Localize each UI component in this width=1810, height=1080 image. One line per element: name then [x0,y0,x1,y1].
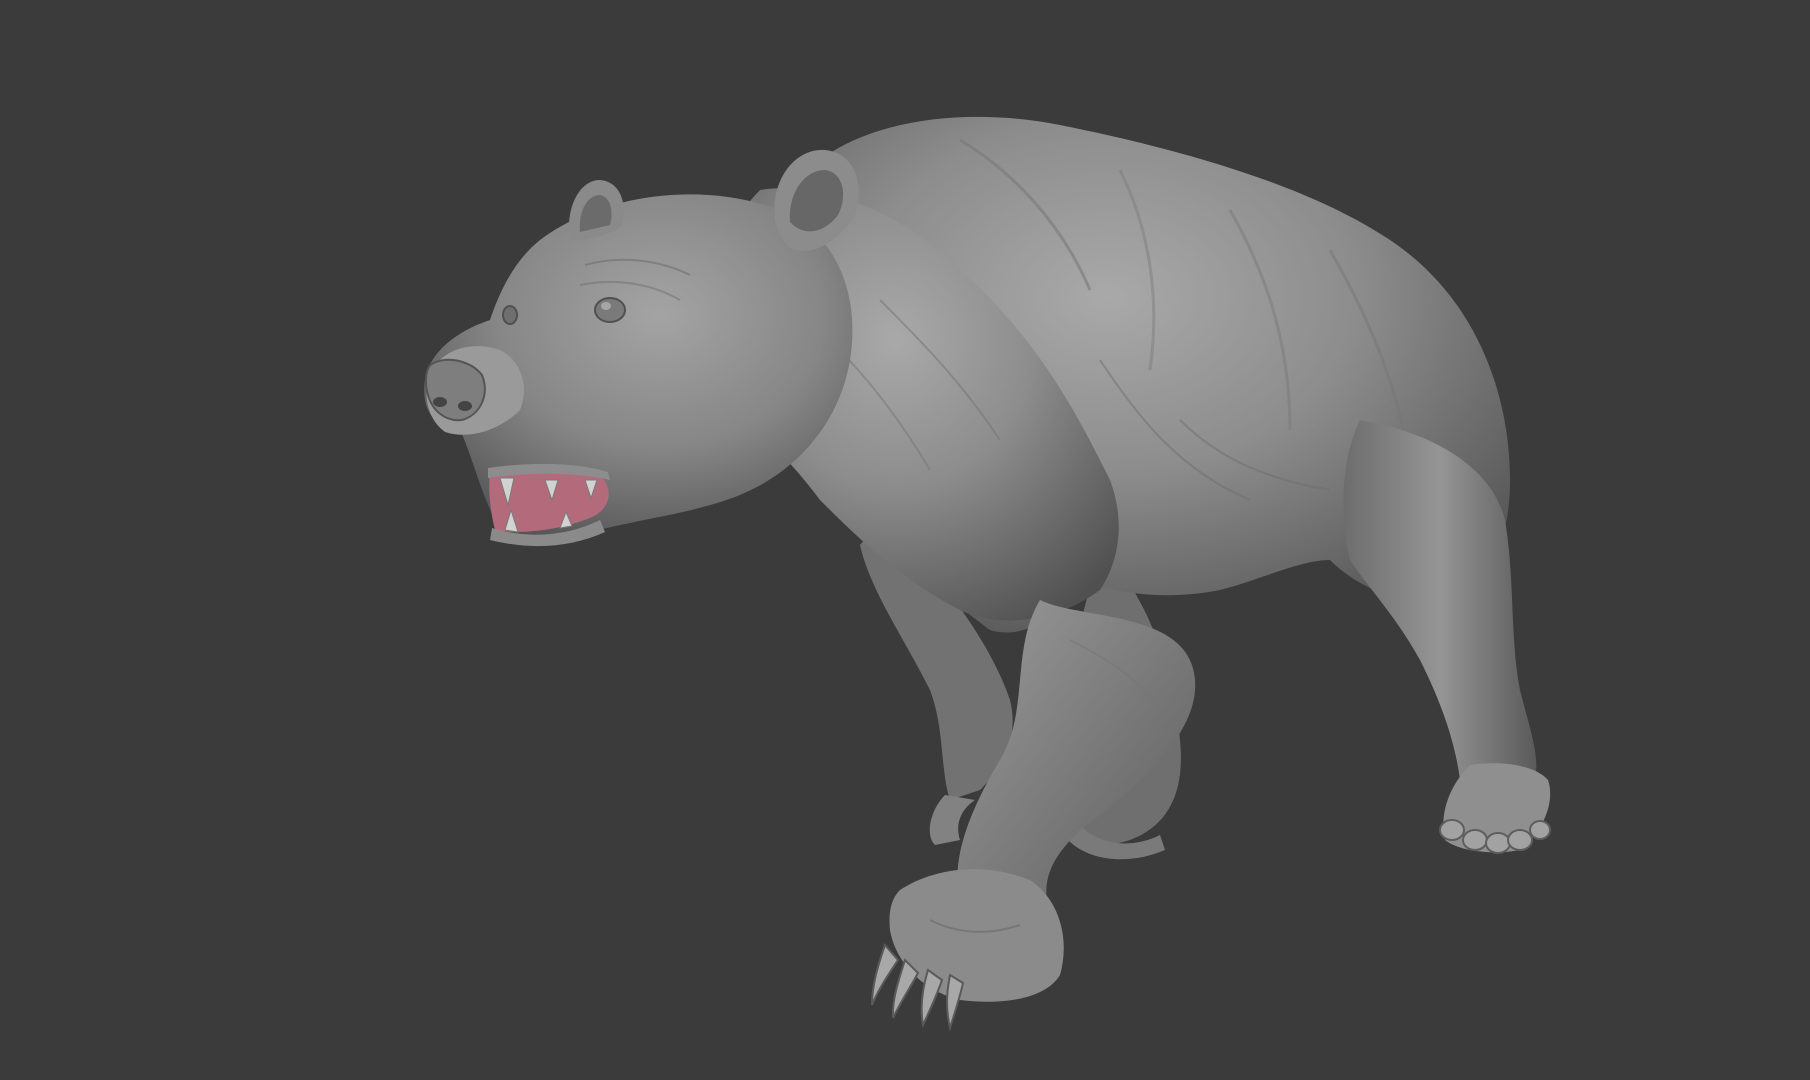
bear-eye-right [594,297,626,323]
bear-model [424,116,1551,1032]
viewport-canvas[interactable] [0,0,1810,1080]
bear-front-paw [871,869,1064,1032]
bear-eye-left [502,305,518,325]
bear-near-hind-leg [1343,420,1551,854]
